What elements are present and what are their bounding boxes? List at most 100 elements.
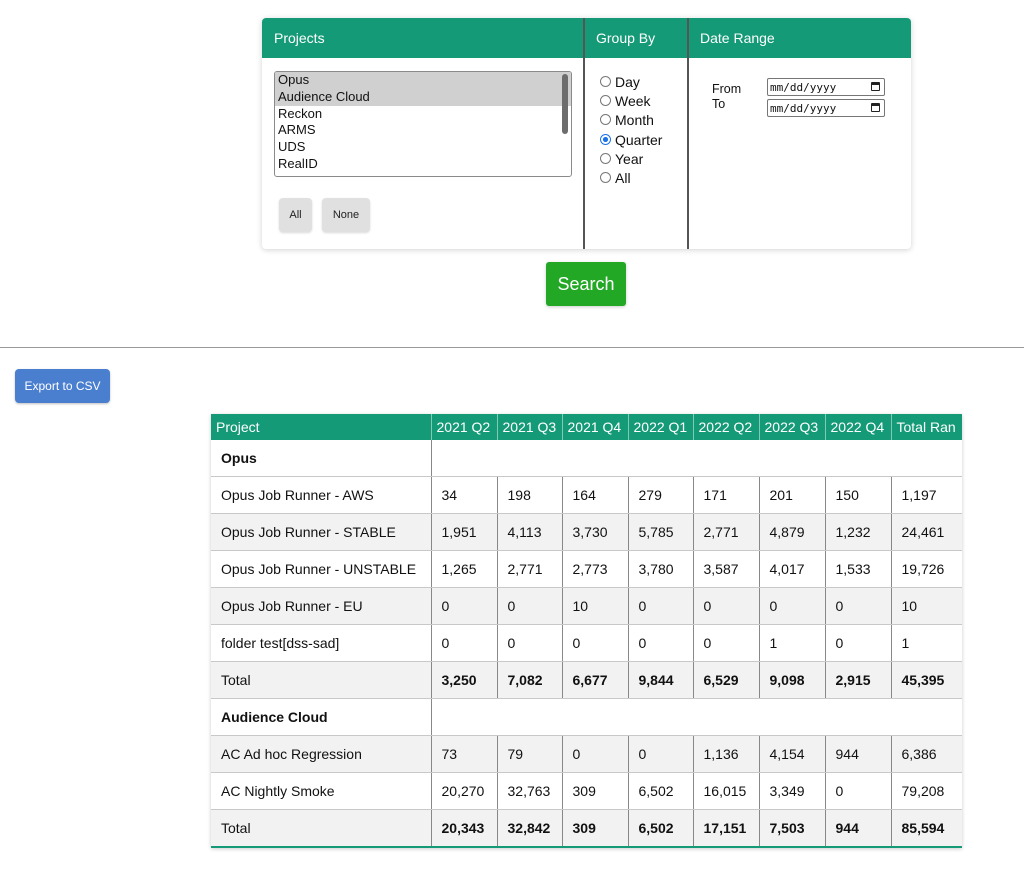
row-label: Opus Job Runner - EU bbox=[211, 587, 432, 625]
row-label: AC Nightly Smoke bbox=[211, 772, 432, 810]
radio-label: Week bbox=[615, 92, 651, 109]
table-cell: 1,197 bbox=[891, 476, 962, 514]
column-header: Total Ran bbox=[891, 414, 962, 440]
group-option-week[interactable]: Week bbox=[600, 91, 651, 110]
group-option-all[interactable]: All bbox=[600, 168, 631, 187]
table-cell: 0 bbox=[693, 587, 760, 625]
table-row: AC Ad hoc Regression 73 79 0 0 1,136 4,154 944 6… bbox=[211, 735, 962, 773]
table-cell: 201 bbox=[759, 476, 826, 514]
project-option[interactable]: ARMS bbox=[275, 122, 571, 139]
table-cell: 0 bbox=[693, 624, 760, 662]
table-body: Opus Opus Job Runner - AWS 34 198 164 279 171 2… bbox=[211, 440, 962, 848]
filter-panel-header: Projects Group By Date Range bbox=[262, 18, 911, 58]
table-cell: 3,349 bbox=[759, 772, 826, 810]
from-date-input[interactable]: mm/dd/yyyy bbox=[767, 78, 885, 96]
radio-label: Quarter bbox=[615, 131, 663, 148]
group-option-year[interactable]: Year bbox=[600, 149, 643, 168]
row-label: folder test[dss-sad] bbox=[211, 624, 432, 662]
select-all-button[interactable]: All bbox=[279, 198, 312, 232]
table-cell: 1 bbox=[891, 624, 962, 662]
select-none-button[interactable]: None bbox=[322, 198, 370, 232]
projects-select[interactable]: Opus Audience Cloud Reckon ARMS UDS Real… bbox=[274, 71, 572, 177]
table-row: folder test[dss-sad] 0 0 0 0 0 1 0 1 bbox=[211, 624, 962, 662]
project-option[interactable]: UDS bbox=[275, 139, 571, 156]
row-label: Opus Job Runner - STABLE bbox=[211, 513, 432, 551]
radio-label: Day bbox=[615, 73, 640, 90]
table-cell: 6,386 bbox=[891, 735, 962, 773]
table-cell: 7,082 bbox=[497, 661, 563, 699]
table-cell: 0 bbox=[628, 587, 694, 625]
table-cell: 1,265 bbox=[431, 550, 498, 588]
group-spacer bbox=[431, 440, 962, 477]
project-option[interactable]: Audience Cloud bbox=[275, 88, 571, 106]
column-header: 2022 Q2 bbox=[693, 414, 760, 440]
to-label: To bbox=[712, 97, 726, 111]
radio-button[interactable] bbox=[600, 95, 611, 106]
group-option-month[interactable]: Month bbox=[600, 110, 654, 129]
table-cell: 24,461 bbox=[891, 513, 962, 551]
table-cell: 2,771 bbox=[497, 550, 563, 588]
radio-label: Month bbox=[615, 111, 654, 128]
table-cell: 2,915 bbox=[825, 661, 892, 699]
table-cell: 17,151 bbox=[693, 809, 760, 848]
table-cell: 0 bbox=[497, 624, 563, 662]
column-divider bbox=[687, 18, 689, 249]
radio-button[interactable] bbox=[600, 76, 611, 87]
export-csv-button[interactable]: Export to CSV bbox=[15, 369, 110, 403]
table-cell: 3,780 bbox=[628, 550, 694, 588]
filter-panel: Projects Group By Date Range Opus Audien… bbox=[262, 18, 911, 249]
row-label: Opus Job Runner - UNSTABLE bbox=[211, 550, 432, 588]
search-button[interactable]: Search bbox=[546, 262, 626, 306]
column-header: Project bbox=[211, 414, 432, 440]
table-cell: 5,785 bbox=[628, 513, 694, 551]
calendar-icon[interactable] bbox=[871, 82, 880, 91]
column-header: 2021 Q3 bbox=[497, 414, 563, 440]
to-date-input[interactable]: mm/dd/yyyy bbox=[767, 99, 885, 117]
radio-button[interactable] bbox=[600, 172, 611, 183]
table-row: Opus Job Runner - STABLE 1,951 4,113 3,730 5… bbox=[211, 513, 962, 551]
projects-scrollbar[interactable] bbox=[562, 74, 568, 134]
table-cell: 4,113 bbox=[497, 513, 563, 551]
table-cell: 1,951 bbox=[431, 513, 498, 551]
row-label: Opus Job Runner - AWS bbox=[211, 476, 432, 514]
table-row: AC Nightly Smoke 20,270 32,763 309 6,502 16,0… bbox=[211, 772, 962, 810]
column-header: 2022 Q3 bbox=[759, 414, 826, 440]
project-option[interactable]: Reckon bbox=[275, 106, 571, 123]
table-cell: 1,533 bbox=[825, 550, 892, 588]
table-cell: 1,232 bbox=[825, 513, 892, 551]
to-date-value: mm/dd/yyyy bbox=[770, 102, 837, 115]
group-option-quarter[interactable]: Quarter bbox=[600, 130, 662, 149]
radio-label: All bbox=[615, 169, 631, 186]
project-option[interactable]: Opus bbox=[275, 72, 571, 89]
table-cell: 0 bbox=[431, 624, 498, 662]
table-cell: 6,502 bbox=[628, 772, 694, 810]
table-cell: 34 bbox=[431, 476, 498, 514]
column-header: 2022 Q1 bbox=[628, 414, 694, 440]
table-cell: 9,844 bbox=[628, 661, 694, 699]
table-cell: 0 bbox=[497, 587, 563, 625]
radio-button[interactable] bbox=[600, 114, 611, 125]
group-header-row: Opus bbox=[211, 440, 962, 477]
table-cell: 73 bbox=[431, 735, 498, 773]
table-cell: 79,208 bbox=[891, 772, 962, 810]
project-option[interactable]: RealID bbox=[275, 156, 571, 173]
table-cell: 32,763 bbox=[497, 772, 563, 810]
table-cell: 4,879 bbox=[759, 513, 826, 551]
table-cell: 10 bbox=[562, 587, 629, 625]
table-cell: 171 bbox=[693, 476, 760, 514]
group-label: Audience Cloud bbox=[211, 698, 432, 736]
results-table: Project 2021 Q2 2021 Q3 2021 Q4 2022 Q1 … bbox=[211, 414, 962, 848]
table-cell: 3,730 bbox=[562, 513, 629, 551]
table-cell: 16,015 bbox=[693, 772, 760, 810]
table-row: Opus Job Runner - UNSTABLE 1,265 2,771 2,77… bbox=[211, 550, 962, 588]
table-cell: 79 bbox=[497, 735, 563, 773]
radio-button-checked[interactable] bbox=[600, 134, 611, 145]
column-header: 2021 Q2 bbox=[431, 414, 498, 440]
group-option-day[interactable]: Day bbox=[600, 72, 640, 91]
radio-button[interactable] bbox=[600, 153, 611, 164]
column-divider bbox=[583, 18, 585, 249]
calendar-icon[interactable] bbox=[871, 103, 880, 112]
group-spacer bbox=[431, 698, 962, 736]
table-cell: 2,773 bbox=[562, 550, 629, 588]
table-cell: 0 bbox=[562, 624, 629, 662]
